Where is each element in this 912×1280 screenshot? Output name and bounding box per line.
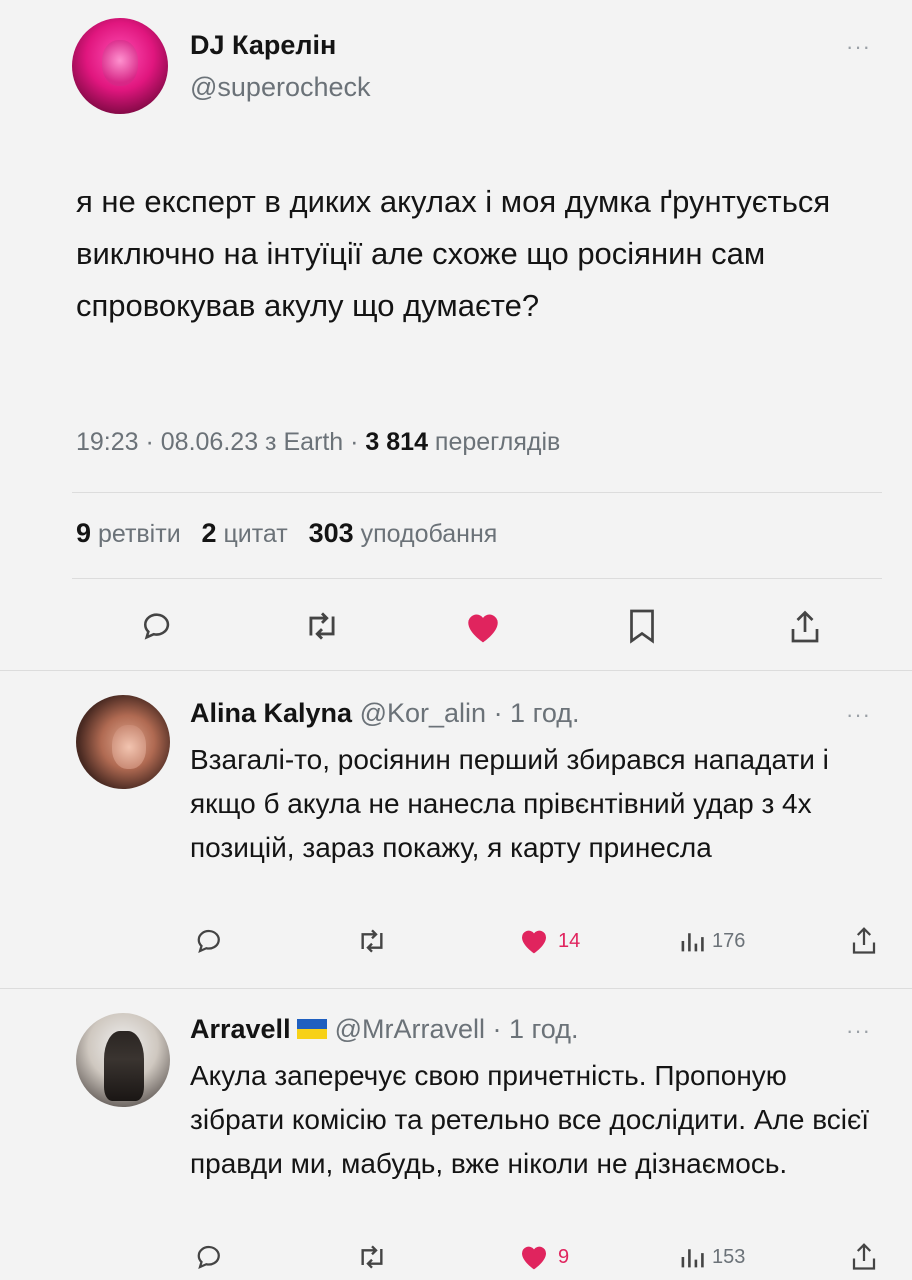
share-icon[interactable]: [784, 604, 826, 648]
author-name[interactable]: Arravell: [190, 1014, 291, 1044]
more-options-icon[interactable]: ···: [846, 1018, 871, 1044]
avatar[interactable]: [72, 18, 168, 114]
divider: [0, 988, 912, 989]
author-handle[interactable]: @superocheck: [190, 72, 371, 103]
views-icon[interactable]: [676, 1240, 708, 1274]
share-icon[interactable]: [846, 1238, 882, 1274]
more-options-icon[interactable]: ···: [846, 34, 871, 60]
tweet-timestamp[interactable]: 19:23 · 08.06.23 з Earth ·: [76, 428, 365, 456]
tweet-meta: 19:23 · 08.06.23 з Earth · 3 814 перегля…: [76, 428, 560, 457]
reply-header: Alina Kalyna @Kor_alin · 1 год.: [190, 698, 580, 729]
like-count: 14: [558, 930, 581, 952]
views-count: 3 814: [365, 428, 428, 456]
retweets-count: 9: [76, 518, 92, 548]
reply-header: Arravell @MrArravell · 1 год.: [190, 1014, 578, 1045]
tweet-text: я не експерт в диких акулах і моя думка …: [76, 184, 831, 323]
divider: [0, 670, 912, 671]
reply-time[interactable]: · 1 год.: [485, 1014, 579, 1044]
retweet-icon[interactable]: [352, 1240, 392, 1274]
reply-time[interactable]: · 1 год.: [486, 698, 580, 728]
author-handle[interactable]: @MrArravell: [335, 1014, 485, 1044]
retweet-icon[interactable]: [352, 924, 392, 958]
ukraine-flag-icon: [296, 1018, 327, 1039]
retweets-label: ретвіти: [91, 520, 181, 548]
reply-icon[interactable]: [190, 924, 230, 958]
retweet-icon[interactable]: [298, 606, 346, 646]
heart-icon[interactable]: [458, 604, 508, 648]
heart-icon[interactable]: [514, 922, 554, 958]
views-icon[interactable]: [676, 924, 708, 958]
likes-count: 303: [308, 518, 354, 548]
reply-text: Акула заперечує свою причетність. Пропон…: [190, 1060, 870, 1179]
likes-stat[interactable]: 303 уподобання: [308, 518, 498, 548]
reply-icon[interactable]: [136, 606, 180, 646]
quotes-label: цитат: [216, 520, 288, 548]
quotes-count: 2: [201, 518, 217, 548]
share-icon[interactable]: [846, 922, 882, 958]
views-count: 153: [712, 1246, 746, 1268]
avatar[interactable]: [76, 695, 170, 789]
heart-icon[interactable]: [514, 1238, 554, 1274]
quotes-stat[interactable]: 2 цитат: [201, 518, 288, 548]
author-name[interactable]: DJ Карелін: [190, 30, 336, 61]
like-count: 9: [558, 1246, 570, 1268]
reply-text: Взагалі-то, росіянин перший збирався нап…: [190, 744, 829, 863]
retweets-stat[interactable]: 9 ретвіти: [76, 518, 181, 548]
tweet-stats: 9 ретвіти 2 цитат 303 уподобання: [76, 518, 497, 549]
bookmark-icon[interactable]: [622, 604, 662, 648]
views-count: 176: [712, 930, 746, 952]
divider: [72, 492, 882, 493]
likes-label: уподобання: [353, 520, 498, 548]
divider: [72, 578, 882, 579]
more-options-icon[interactable]: ···: [846, 702, 871, 728]
author-handle[interactable]: @Kor_alin: [360, 698, 486, 728]
author-name[interactable]: Alina Kalyna: [190, 698, 352, 728]
avatar[interactable]: [76, 1013, 170, 1107]
views-label: переглядів: [427, 428, 561, 456]
reply-icon[interactable]: [190, 1240, 230, 1274]
